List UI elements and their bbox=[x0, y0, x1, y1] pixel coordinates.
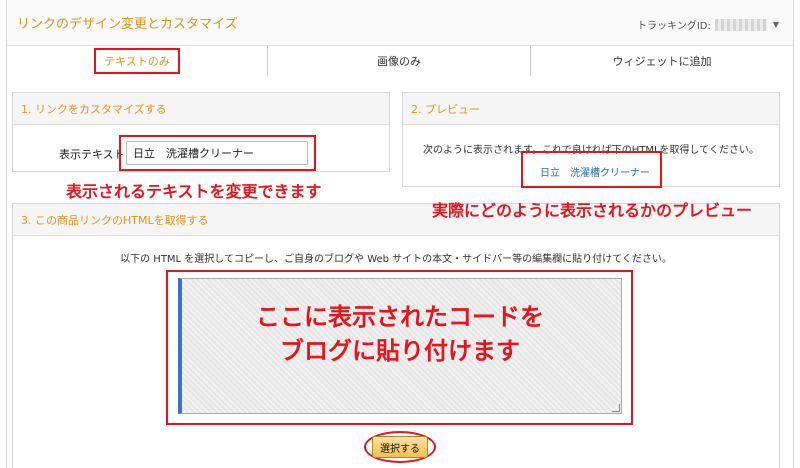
tracking-id-value bbox=[714, 18, 767, 31]
tab-bar: テキストのみ 画像のみ ウィジェットに追加 bbox=[7, 46, 793, 76]
tracking-id-selector[interactable]: トラッキングID: ▼ bbox=[637, 17, 779, 32]
tab-text-only-label: テキストのみ bbox=[94, 48, 180, 74]
tab-image-only[interactable]: 画像のみ bbox=[267, 46, 530, 76]
display-text-label: 表示テキスト bbox=[59, 148, 125, 161]
select-button[interactable]: 選択する bbox=[372, 436, 428, 458]
html-instructions: 以下の HTML を選択してコピーし、ご自身のブログや Web サイトの本文・サ… bbox=[120, 254, 672, 265]
tab-text-only[interactable]: テキストのみ bbox=[7, 46, 267, 76]
tracking-id-label: トラッキングID: bbox=[637, 21, 711, 32]
tab-widget-label: ウィジェットに追加 bbox=[612, 55, 712, 68]
preview-link[interactable]: 日立 洗濯槽クリーナー bbox=[540, 164, 650, 179]
page-title: リンクのデザイン変更とカスタマイズ bbox=[17, 17, 238, 32]
annotation-code-line2: ブログに貼り付けます bbox=[280, 337, 520, 365]
annotation-code: ここに表示されたコードを ブログに貼り付けます bbox=[178, 300, 622, 368]
page-header: リンクのデザイン変更とカスタマイズ トラッキングID: ▼ bbox=[7, 0, 793, 46]
annotation-preview: 実際にどのように表示されるかのプレビュー bbox=[432, 201, 753, 220]
display-text-input[interactable] bbox=[126, 141, 308, 165]
tab-widget[interactable]: ウィジェットに追加 bbox=[530, 46, 793, 76]
resize-handle-icon[interactable] bbox=[612, 404, 620, 412]
chevron-down-icon: ▼ bbox=[772, 20, 779, 29]
tab-image-only-label: 画像のみ bbox=[377, 55, 421, 68]
preview-panel-title: 2. プレビュー bbox=[403, 93, 779, 125]
annotation-code-line1: ここに表示されたコードを bbox=[256, 303, 544, 331]
customize-panel-title: 1. リンクをカスタマイズする bbox=[13, 93, 389, 125]
annotation-text-change: 表示されるテキストを変更できます bbox=[66, 182, 322, 201]
